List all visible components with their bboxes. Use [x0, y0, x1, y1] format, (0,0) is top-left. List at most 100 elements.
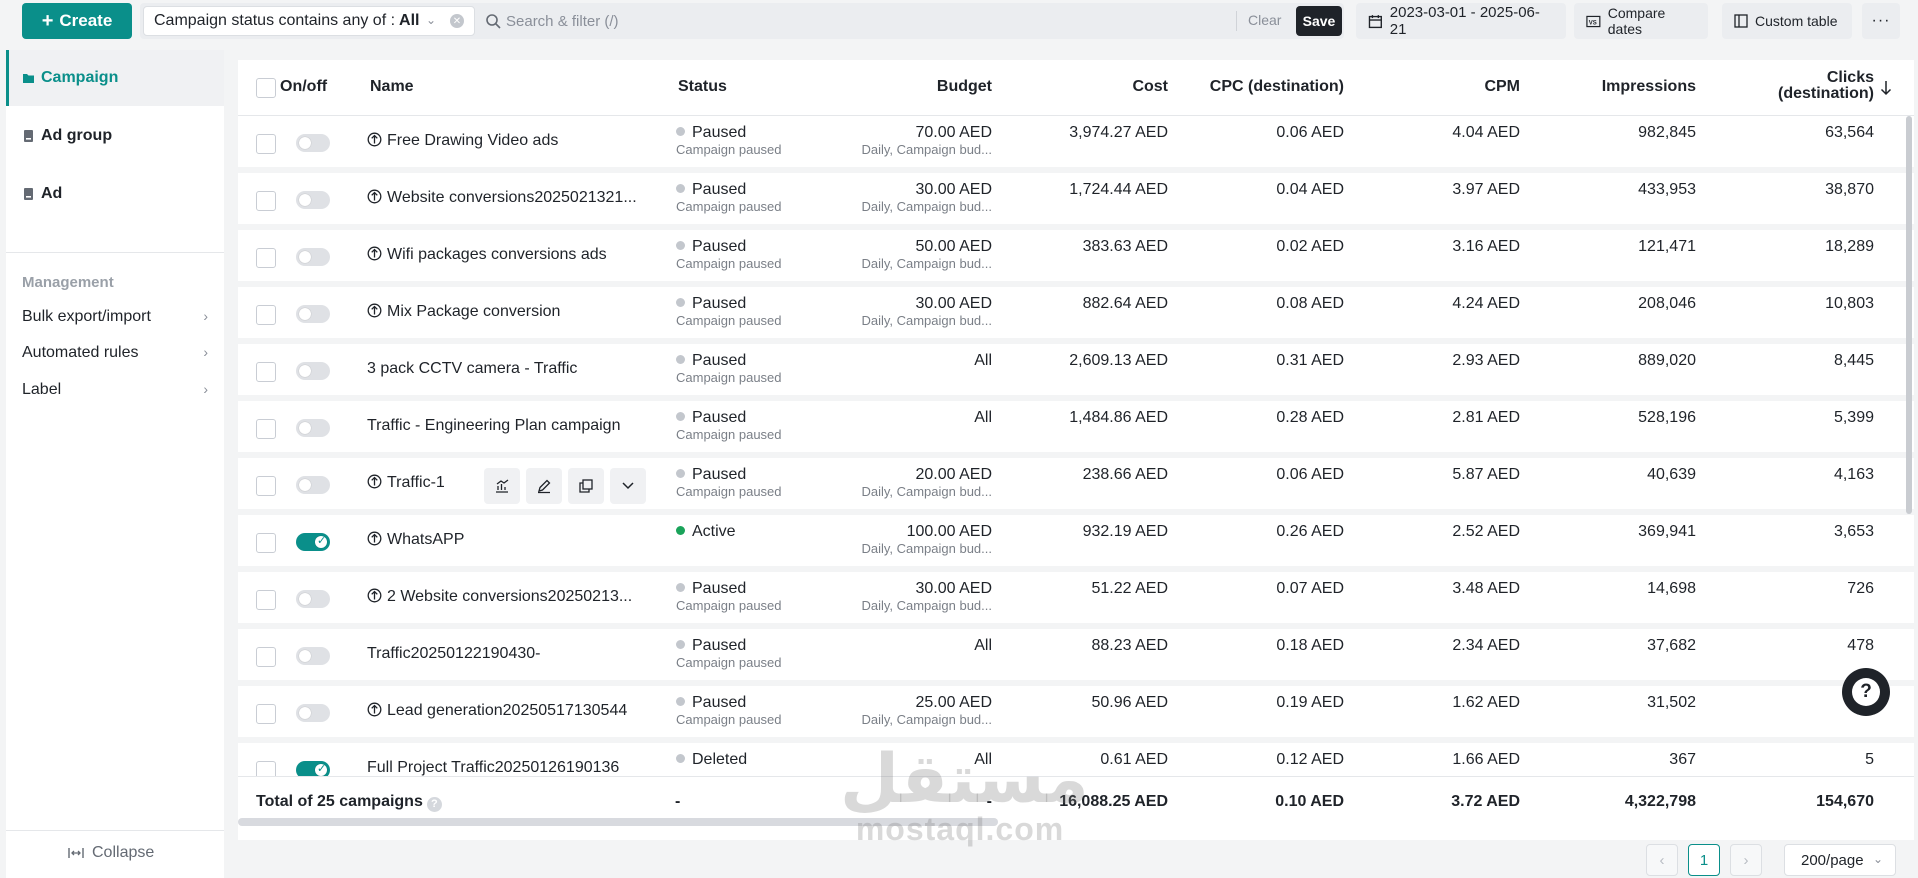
campaign-name[interactable]: 3 pack CCTV camera - Traffic — [367, 360, 577, 378]
filter-chip-campaign-status[interactable]: Campaign status contains any of : All ⌄ … — [143, 6, 475, 36]
save-filter-button[interactable]: Save — [1296, 6, 1342, 36]
page-size-select[interactable]: 200/page ⌄ — [1784, 844, 1896, 876]
campaign-toggle[interactable] — [296, 305, 330, 323]
sort-arrow-down-icon[interactable] — [1880, 80, 1892, 96]
campaign-toggle[interactable] — [296, 647, 330, 665]
column-header-cost[interactable]: Cost — [1018, 78, 1168, 96]
sidebar-item-ad-group[interactable]: Ad group — [6, 108, 224, 164]
row-checkbox[interactable] — [256, 533, 276, 553]
horizontal-scrollbar[interactable] — [238, 818, 998, 826]
row-checkbox[interactable] — [256, 305, 276, 325]
table-row[interactable]: Traffic-1 Paused Campaign paused 20.00 AED D… — [238, 458, 1914, 515]
campaign-toggle[interactable] — [296, 704, 330, 722]
campaign-budget[interactable]: 100.00 AED Daily, Campaign bud... — [838, 523, 992, 556]
campaign-budget[interactable]: 30.00 AED Daily, Campaign bud... — [838, 580, 992, 613]
create-button[interactable]: + Create — [22, 3, 132, 39]
row-checkbox[interactable] — [256, 647, 276, 667]
campaign-toggle[interactable]: ✓ — [296, 533, 330, 551]
column-header-cpm[interactable]: CPM — [1368, 78, 1520, 96]
next-page-button[interactable]: › — [1730, 844, 1762, 876]
sidebar-item-bulk-export[interactable]: Bulk export/import › — [22, 308, 208, 326]
compare-dates-button[interactable]: VS Compare dates — [1574, 3, 1708, 39]
view-chart-button[interactable] — [484, 468, 520, 504]
campaign-budget[interactable]: 70.00 AED Daily, Campaign bud... — [838, 124, 992, 157]
table-row[interactable]: ✓ WhatsAPP Active 100.00 AED Daily, Campaign… — [238, 515, 1914, 572]
collapse-sidebar-button[interactable]: Collapse — [68, 844, 154, 862]
sidebar-item-automated-rules[interactable]: Automated rules › — [22, 344, 208, 362]
campaign-name[interactable]: Lead generation20250517130544 — [367, 702, 627, 720]
campaign-toggle[interactable] — [296, 419, 330, 437]
column-header-onoff[interactable]: On/off — [280, 78, 327, 96]
campaign-budget[interactable]: 30.00 AED Daily, Campaign bud... — [838, 181, 992, 214]
campaign-name[interactable]: Website conversions2025021321... — [367, 189, 637, 207]
campaign-toggle[interactable] — [296, 191, 330, 209]
campaign-name[interactable]: WhatsAPP — [367, 531, 464, 549]
table-row[interactable]: 2 Website conversions20250213... Paused Ca… — [238, 572, 1914, 629]
column-header-budget[interactable]: Budget — [838, 78, 992, 96]
page-1-button[interactable]: 1 — [1688, 844, 1720, 876]
column-header-impressions[interactable]: Impressions — [1538, 78, 1696, 96]
table-row[interactable]: Website conversions2025021321... Paused Ca… — [238, 173, 1914, 230]
duplicate-button[interactable] — [568, 468, 604, 504]
info-icon[interactable]: ? — [426, 797, 442, 812]
campaign-budget[interactable]: 20.00 AED Daily, Campaign bud... — [838, 466, 992, 499]
campaign-name[interactable]: Wifi packages conversions ads — [367, 246, 607, 264]
campaign-toggle[interactable] — [296, 134, 330, 152]
sidebar-item-label: Ad — [41, 185, 63, 202]
campaign-toggle[interactable] — [296, 476, 330, 494]
row-checkbox[interactable] — [256, 248, 276, 268]
clear-filters-button[interactable]: Clear — [1248, 12, 1281, 28]
sidebar-item-label-menu[interactable]: Label › — [22, 381, 208, 399]
campaign-name[interactable]: Mix Package conversion — [367, 303, 560, 321]
chevron-down-icon[interactable]: ⌄ — [426, 13, 436, 27]
row-checkbox[interactable] — [256, 476, 276, 496]
campaign-name[interactable]: Traffic - Engineering Plan campaign — [367, 417, 620, 435]
table-row[interactable]: Wifi packages conversions ads Paused Campa… — [238, 230, 1914, 287]
row-checkbox[interactable] — [256, 704, 276, 724]
campaign-name[interactable]: 2 Website conversions20250213... — [367, 588, 632, 606]
custom-table-button[interactable]: Custom table — [1722, 3, 1852, 39]
clear-chip-icon[interactable]: ✕ — [450, 14, 464, 28]
vertical-scrollbar[interactable] — [1906, 116, 1912, 514]
campaign-budget[interactable]: All — [838, 352, 992, 370]
table-row[interactable]: Traffic20250122190430- Paused Campaign pau… — [238, 629, 1914, 686]
select-all-checkbox[interactable] — [256, 78, 276, 98]
row-checkbox[interactable] — [256, 362, 276, 382]
campaign-toggle[interactable] — [296, 590, 330, 608]
campaign-name[interactable]: Full Project Traffic20250126190136 — [367, 759, 619, 777]
table-totals-row: Total of 25 campaigns? - - 16,088.25 AED… — [238, 776, 1914, 840]
row-checkbox[interactable] — [256, 134, 276, 154]
row-checkbox[interactable] — [256, 590, 276, 610]
campaign-budget[interactable]: All — [838, 751, 992, 769]
campaign-budget[interactable]: 25.00 AED Daily, Campaign bud... — [838, 694, 992, 727]
table-row[interactable]: 3 pack CCTV camera - Traffic Paused Campai… — [238, 344, 1914, 401]
prev-page-button[interactable]: ‹ — [1646, 844, 1678, 876]
row-checkbox[interactable] — [256, 191, 276, 211]
column-header-cpc[interactable]: CPC (destination) — [1178, 78, 1344, 96]
column-header-status[interactable]: Status — [678, 78, 727, 96]
campaign-toggle[interactable] — [296, 248, 330, 266]
column-header-clicks[interactable]: Clicks (destination) — [1716, 70, 1874, 102]
campaign-budget[interactable]: All — [838, 409, 992, 427]
sidebar-item-ad[interactable]: Ad — [6, 166, 224, 222]
table-row[interactable]: Traffic - Engineering Plan campaign Pause… — [238, 401, 1914, 458]
help-button[interactable]: ? — [1842, 668, 1890, 716]
campaign-name[interactable]: Traffic20250122190430- — [367, 645, 540, 663]
campaign-budget[interactable]: All — [838, 637, 992, 655]
more-options-button[interactable]: ··· — [1862, 3, 1900, 39]
campaign-name[interactable]: Traffic-1 — [367, 474, 445, 492]
search-input[interactable] — [506, 7, 1206, 35]
column-header-name[interactable]: Name — [370, 78, 414, 96]
row-checkbox[interactable] — [256, 419, 276, 439]
campaign-budget[interactable]: 50.00 AED Daily, Campaign bud... — [838, 238, 992, 271]
table-row[interactable]: Lead generation20250517130544 Paused Campa… — [238, 686, 1914, 743]
edit-button[interactable] — [526, 468, 562, 504]
sidebar-item-campaign[interactable]: Campaign — [6, 50, 224, 106]
campaign-budget[interactable]: 30.00 AED Daily, Campaign bud... — [838, 295, 992, 328]
more-actions-button[interactable] — [610, 468, 646, 504]
campaign-toggle[interactable] — [296, 362, 330, 380]
campaign-name[interactable]: Free Drawing Video ads — [367, 132, 558, 150]
table-row[interactable]: Mix Package conversion Paused Campaign pau… — [238, 287, 1914, 344]
date-range-picker[interactable]: 2023-03-01 - 2025-06-21 — [1356, 3, 1566, 39]
table-row[interactable]: Free Drawing Video ads Paused Campaign pau… — [238, 116, 1914, 173]
